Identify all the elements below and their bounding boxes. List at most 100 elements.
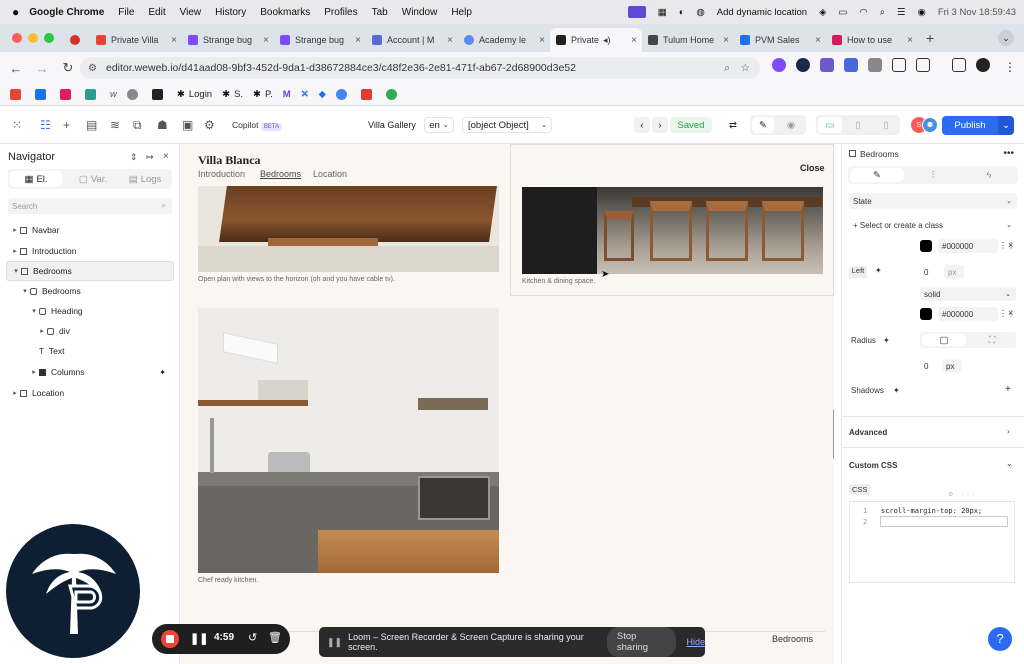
layers-icon[interactable]: ☷ bbox=[40, 118, 51, 132]
tab-item[interactable]: PVM Sales × bbox=[734, 28, 826, 52]
chevron-down-icon[interactable]: ⌄ bbox=[1006, 459, 1013, 468]
canvas-scrollbar[interactable] bbox=[833, 409, 834, 459]
status-text[interactable]: Add dynamic location bbox=[717, 7, 807, 18]
tab-item[interactable]: Private Villa × bbox=[90, 28, 182, 52]
menu-help[interactable]: Help bbox=[451, 7, 472, 18]
close-tab-icon[interactable]: × bbox=[723, 35, 729, 46]
pages-icon[interactable]: ▤ bbox=[86, 118, 97, 132]
tablet-view-icon[interactable]: ▯ bbox=[846, 117, 870, 133]
menu-bookmarks[interactable]: Bookmarks bbox=[260, 7, 310, 18]
publish-options-icon[interactable]: ⌄ bbox=[998, 116, 1014, 135]
tab-item[interactable]: Strange bug × bbox=[182, 28, 274, 52]
close-tab-icon[interactable]: × bbox=[815, 35, 821, 46]
chevron-right-icon[interactable]: ▸ bbox=[10, 389, 20, 397]
sidepanel-icon[interactable] bbox=[952, 58, 966, 72]
data-icon[interactable]: ≋ bbox=[110, 118, 120, 132]
chevron-right-icon[interactable]: › bbox=[1007, 427, 1010, 436]
search-icon[interactable]: ⌕ bbox=[880, 7, 885, 18]
css-editor[interactable]: 1 scroll-margin-top: 20px; 2 bbox=[849, 501, 1015, 583]
radius-unit[interactable]: px bbox=[942, 359, 962, 373]
border-width-input[interactable]: 0 bbox=[920, 265, 940, 279]
advanced-section[interactable]: Advanced bbox=[849, 428, 887, 437]
new-tab-button[interactable]: + bbox=[926, 30, 934, 46]
sync-icon[interactable]: ⇄ bbox=[724, 117, 742, 133]
editor-tools-icons[interactable]: ⚙◌◌◌◌ bbox=[948, 491, 978, 498]
chrome-menu-icon[interactable]: ⋮ bbox=[1004, 60, 1016, 74]
bind-icon[interactable]: ✦ bbox=[883, 336, 890, 345]
menu-view[interactable]: View bbox=[180, 7, 202, 18]
chevron-right-icon[interactable]: ▸ bbox=[10, 247, 20, 255]
redo-button[interactable]: › bbox=[652, 117, 668, 133]
tab-item[interactable]: Academy le × bbox=[458, 28, 550, 52]
collapse-panel-icon[interactable]: ↦ bbox=[146, 152, 154, 163]
menu-tab[interactable]: Tab bbox=[372, 7, 388, 18]
speaker-icon[interactable]: ◂) bbox=[603, 35, 611, 46]
shield-icon[interactable]: ◈ bbox=[819, 7, 826, 18]
close-tab-icon[interactable]: × bbox=[907, 35, 913, 46]
bind-icon[interactable]: ✦ bbox=[875, 266, 882, 275]
border-style-select[interactable]: solid ⌄ bbox=[920, 287, 1016, 301]
nav-introduction[interactable]: Introduction bbox=[198, 169, 245, 179]
remove-icon[interactable]: × bbox=[1008, 240, 1013, 250]
chevron-right-icon[interactable]: ▸ bbox=[37, 327, 47, 335]
tree-item-navbar[interactable]: ▸ Navbar bbox=[0, 220, 176, 240]
bookmark-p[interactable]: ✱ P. bbox=[253, 89, 273, 100]
cup-icon[interactable]: ◐ bbox=[679, 7, 685, 18]
grid-icon[interactable]: ▦ bbox=[658, 7, 667, 18]
close-button[interactable]: Close bbox=[800, 163, 825, 173]
tab-item[interactable]: Strange bug × bbox=[274, 28, 366, 52]
menu-profiles[interactable]: Profiles bbox=[324, 7, 357, 18]
css-active-line[interactable] bbox=[880, 516, 1008, 527]
stop-sharing-button[interactable]: Stop sharing bbox=[606, 627, 677, 657]
restart-icon[interactable]: ↺ bbox=[248, 631, 257, 644]
more-options-icon[interactable]: ••• bbox=[1003, 148, 1014, 159]
close-tab-icon[interactable]: × bbox=[631, 35, 637, 46]
edit-mode-icon[interactable]: ✎ bbox=[752, 117, 774, 133]
screen-record-icon[interactable] bbox=[627, 6, 646, 18]
color-input[interactable]: #000000 bbox=[938, 239, 998, 253]
bookmark-slack[interactable] bbox=[60, 89, 75, 100]
pause-sharing-icon[interactable]: ❚❚ bbox=[327, 637, 342, 648]
add-icon[interactable]: + bbox=[63, 118, 70, 132]
address-bar[interactable]: ⚙ editor.weweb.io/d41aad08-9bf3-452d-9da… bbox=[80, 57, 760, 79]
bookmark-diamond[interactable]: ◆ bbox=[319, 89, 326, 100]
copilot-button[interactable]: Copilot BETA bbox=[232, 120, 283, 131]
bookmark-calendar[interactable] bbox=[35, 89, 50, 100]
page-name[interactable]: Villa Gallery bbox=[368, 120, 416, 130]
forward-button[interactable]: → bbox=[32, 61, 52, 76]
app-menu[interactable]: Google Chrome bbox=[29, 7, 104, 18]
individual-radius-icon[interactable]: ⛶ bbox=[970, 334, 1014, 346]
living-room-photo[interactable] bbox=[198, 186, 499, 272]
class-select[interactable]: + Select or create a class ⌄ bbox=[849, 217, 1017, 233]
image-icon[interactable]: ▣ bbox=[182, 118, 193, 132]
trash-icon[interactable]: 🗑 bbox=[268, 631, 282, 644]
wifi-icon[interactable]: ◠ bbox=[859, 7, 867, 18]
tree-item-div[interactable]: ▸ div bbox=[0, 321, 176, 341]
tab-item[interactable]: How to use × bbox=[826, 28, 918, 52]
apps-grid-icon[interactable]: ⁙ bbox=[12, 118, 22, 132]
extension-icon[interactable] bbox=[772, 58, 786, 72]
color-swatch[interactable] bbox=[920, 308, 932, 320]
radius-input[interactable]: 0 bbox=[920, 359, 940, 373]
zoom-window-button[interactable] bbox=[44, 33, 54, 43]
tab-pinned[interactable] bbox=[64, 28, 90, 52]
close-tab-icon[interactable]: × bbox=[355, 35, 361, 46]
nav-location[interactable]: Location bbox=[313, 169, 347, 179]
custom-css-section[interactable]: Custom CSS bbox=[849, 461, 897, 470]
bookmark-circle[interactable] bbox=[335, 89, 351, 100]
reload-button[interactable]: ↻ bbox=[58, 60, 78, 76]
collaborator-avatar[interactable]: ⚉ bbox=[922, 117, 938, 133]
battery-icon[interactable]: ▭ bbox=[838, 7, 847, 18]
close-tab-icon[interactable]: × bbox=[263, 35, 269, 46]
close-window-button[interactable] bbox=[12, 33, 22, 43]
tab-item[interactable]: Tulum Home × bbox=[642, 28, 734, 52]
add-shadow-icon[interactable]: + bbox=[1005, 384, 1011, 395]
chevron-right-icon[interactable]: ▸ bbox=[10, 226, 20, 234]
hide-link[interactable]: Hide bbox=[686, 637, 705, 647]
bulb-icon[interactable]: ◍ bbox=[696, 7, 704, 18]
help-button[interactable]: ? bbox=[988, 627, 1012, 651]
preview-eye-icon[interactable]: ◉ bbox=[780, 117, 802, 133]
tab-logs[interactable]: ▤ Logs bbox=[120, 171, 170, 187]
back-button[interactable]: ← bbox=[6, 61, 26, 76]
lang-select[interactable]: en ⌄ bbox=[424, 117, 454, 133]
